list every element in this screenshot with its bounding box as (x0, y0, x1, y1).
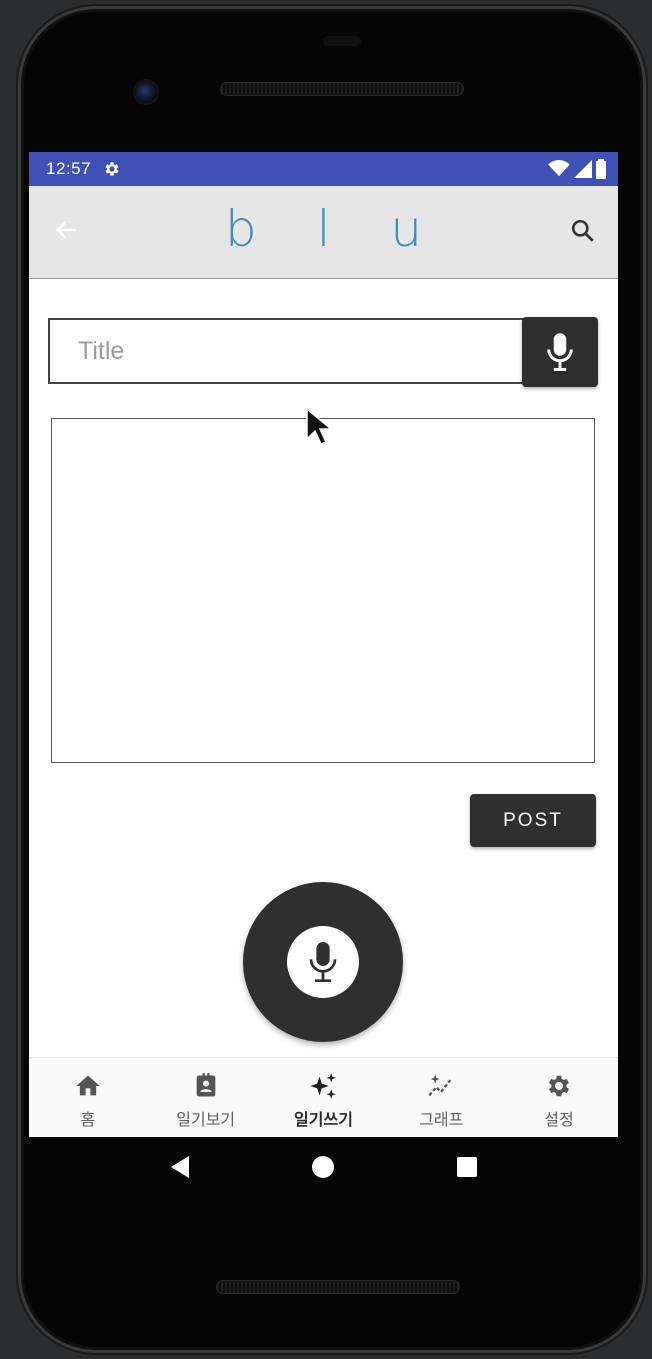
status-time: 12:57 (46, 159, 92, 178)
microphone-icon (309, 942, 337, 982)
system-navigation-bar (29, 1137, 618, 1197)
voice-record-inner (287, 926, 359, 998)
graph-icon (428, 1074, 452, 1097)
wifi-icon (548, 160, 570, 177)
nav-label: 그래프 (419, 1110, 464, 1129)
voice-record-button[interactable] (243, 882, 403, 1042)
app-screen: 12:57 b l u POST 홈 일기보기 (29, 152, 618, 1137)
nav-label: 일기보기 (176, 1110, 236, 1129)
status-bar: 12:57 (29, 152, 618, 186)
settings-notification-icon (105, 162, 119, 176)
nav-item-home[interactable]: 홈 (29, 1058, 147, 1137)
app-bar: b l u (29, 186, 618, 279)
signal-icon (574, 160, 592, 178)
status-icons (548, 159, 606, 179)
nav-item-graph[interactable]: 그래프 (382, 1058, 500, 1137)
nav-label: 일기쓰기 (294, 1110, 353, 1129)
nav-item-settings[interactable]: 설정 (500, 1058, 618, 1137)
gear-icon (549, 1075, 570, 1097)
title-voice-button[interactable] (522, 317, 598, 387)
nav-label: 홈 (80, 1110, 96, 1129)
system-home-icon[interactable] (311, 1155, 335, 1179)
bottom-speaker-grille (216, 1280, 460, 1294)
title-field[interactable] (48, 318, 524, 384)
top-speaker-grille (220, 82, 464, 96)
nav-label: 설정 (544, 1110, 574, 1129)
proximity-sensor (323, 36, 361, 46)
bottom-navigation: 홈 일기보기 일기쓰기 그래프 설정 (29, 1057, 618, 1137)
front-camera (135, 81, 157, 103)
diary-view-icon (196, 1073, 216, 1097)
system-recents-icon[interactable] (456, 1156, 478, 1178)
sparkle-write-icon (310, 1073, 337, 1099)
home-icon (76, 1075, 100, 1096)
microphone-icon (547, 333, 573, 371)
post-button[interactable]: POST (470, 794, 596, 847)
system-back-icon[interactable] (169, 1155, 191, 1179)
nav-item-diary-write[interactable]: 일기쓰기 (265, 1058, 383, 1137)
mouse-pointer-icon (306, 407, 329, 445)
app-logo: b l u (224, 200, 445, 258)
battery-icon (596, 159, 606, 179)
search-icon[interactable] (570, 218, 596, 244)
title-input[interactable] (78, 336, 524, 366)
diary-body-textarea[interactable] (51, 418, 595, 763)
nav-item-diary-view[interactable]: 일기보기 (147, 1058, 265, 1137)
